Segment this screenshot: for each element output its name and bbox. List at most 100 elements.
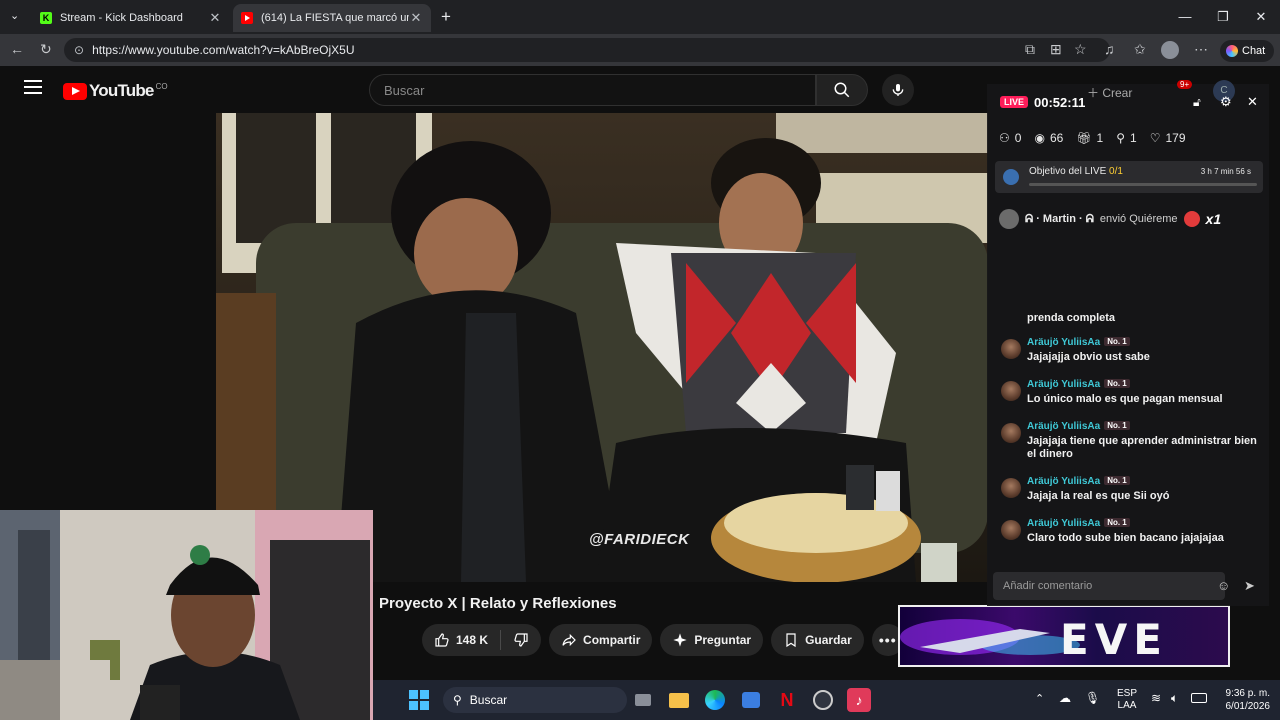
live-stats: ⚇ 0 ◉ 66 🎁︎ 1 ⚲ 1 ♡ 179	[999, 131, 1186, 145]
like-button[interactable]: 148 K	[422, 624, 500, 656]
commenter-name[interactable]: Aräujö YuliisAa No. 1	[1027, 518, 1130, 529]
volume-icon[interactable]: 🔈︎	[1171, 691, 1178, 706]
eye-icon: ◉	[1034, 131, 1045, 145]
favorite-star-icon[interactable]: ☆	[1074, 41, 1087, 58]
battery-icon[interactable]	[1191, 693, 1207, 703]
favorites-icon[interactable]: ✩	[1134, 41, 1146, 58]
wifi-icon[interactable]: ≋	[1151, 691, 1161, 705]
minimize-icon[interactable]: —	[1166, 0, 1204, 34]
taskbar-search[interactable]: ⚲ Buscar	[443, 687, 627, 713]
save-button[interactable]: Guardar	[771, 624, 864, 656]
more-menu-icon[interactable]: ⋯	[1194, 41, 1208, 58]
create-button[interactable]: ＋ Crear	[1087, 84, 1132, 101]
window-controls: — ❐ ✕	[1166, 0, 1280, 34]
rank-badge: No. 1	[1104, 337, 1130, 346]
follows-count: 1	[1130, 131, 1137, 145]
windows-start-icon[interactable]	[407, 688, 431, 712]
lock-icon[interactable]: 🔓︎	[1193, 95, 1201, 110]
extensions-icon[interactable]: ♫	[1104, 41, 1115, 57]
task-view-icon[interactable]	[631, 688, 655, 712]
browser-tab-bar: ⌄ K Stream - Kick Dashboard ✕ (614) La F…	[0, 0, 1280, 34]
ad-text: EVE	[1060, 615, 1168, 664]
microphone-tray-icon[interactable]: 🎙︎	[1085, 691, 1100, 705]
thumbs-down-icon	[514, 633, 528, 647]
ad-banner[interactable]: EVE	[898, 605, 1230, 667]
youtube-brand-text: YouTube	[89, 81, 154, 100]
comment-text: Claro todo sube bien bacano jajajajaa	[1027, 532, 1224, 544]
close-window-icon[interactable]: ✕	[1242, 0, 1280, 34]
gift-icon: 🎁︎	[1076, 131, 1092, 145]
tab-list-icon[interactable]: ⌄	[10, 9, 19, 22]
search-input[interactable]: Buscar	[369, 74, 816, 106]
commenter-avatar[interactable]	[1001, 520, 1021, 540]
live-objective[interactable]: Objetivo del LIVE 0/1 3 h 7 min 56 s	[995, 161, 1263, 193]
commenter-avatar[interactable]	[1001, 339, 1021, 359]
comment-placeholder: Añadir comentario	[1003, 580, 1093, 592]
video-actions: 148 K Compartir Preguntar Guardar •••	[422, 624, 904, 656]
country-code: CO	[155, 81, 168, 91]
chat-label: Chat	[1242, 45, 1266, 57]
bookmark-icon	[786, 633, 796, 648]
commenter-avatar[interactable]	[1001, 381, 1021, 401]
objective-icon	[1003, 169, 1019, 185]
tab-kick-dashboard[interactable]: K Stream - Kick Dashboard ✕	[32, 4, 230, 32]
dislike-button[interactable]	[501, 624, 541, 656]
netflix-icon[interactable]: N	[775, 688, 799, 712]
emoji-icon[interactable]: ☺	[1217, 578, 1230, 593]
commenter-name-text: Aräujö YuliisAa	[1027, 518, 1101, 529]
address-bar[interactable]: ⊙ https://www.youtube.com/watch?v=kAbBre…	[64, 38, 1110, 62]
rank-badge: No. 1	[1104, 421, 1130, 430]
taskbar-search-icon: ⚲	[453, 693, 462, 707]
share-label: Compartir	[583, 633, 641, 647]
system-clock[interactable]: 9:36 p. m. 6/01/2026	[1215, 687, 1271, 713]
close-tab-icon[interactable]: ✕	[409, 10, 423, 26]
tiktok-live-icon[interactable]: ♪	[847, 688, 871, 712]
voice-search-button[interactable]	[882, 74, 914, 106]
close-tab-icon[interactable]: ✕	[208, 10, 222, 26]
settings-icon[interactable]: ⚙︎	[1220, 94, 1232, 110]
language-indicator[interactable]: ESP LAA	[1117, 688, 1137, 712]
commenter-avatar[interactable]	[1001, 478, 1021, 498]
profile-avatar[interactable]	[1161, 41, 1179, 59]
rank-badge: No. 1	[1104, 379, 1130, 388]
search-button[interactable]	[816, 74, 868, 106]
send-icon[interactable]: ➤	[1244, 578, 1255, 594]
follows-stat: ⚲ 1	[1116, 131, 1136, 145]
close-panel-icon[interactable]: ✕	[1247, 94, 1258, 110]
clock-date: 6/01/2026	[1225, 701, 1271, 712]
commenter-name[interactable]: Aräujö YuliisAa No. 1	[1027, 337, 1130, 348]
back-icon[interactable]: ←	[10, 41, 24, 57]
copilot-chat-button[interactable]: Chat	[1220, 40, 1274, 62]
hamburger-menu-icon[interactable]	[24, 80, 42, 98]
comment-input[interactable]: Añadir comentario	[993, 572, 1225, 600]
youtube-play-icon	[63, 82, 87, 100]
cloud-icon[interactable]: ☁	[1059, 691, 1071, 705]
commenter-name[interactable]: Aräujö YuliisAa No. 1	[1027, 476, 1130, 487]
share-button[interactable]: Compartir	[549, 624, 653, 656]
show-hidden-icons[interactable]: ⌃	[1035, 692, 1044, 705]
store-icon[interactable]	[739, 688, 763, 712]
site-info-icon[interactable]: ⊙	[74, 43, 84, 57]
windows-taskbar: ⚲ Buscar N ♪ ⌃ ☁ 🎙︎ ESP LAA ≋ 🔈︎ 9:36 p.…	[373, 680, 1280, 720]
ask-button[interactable]: Preguntar	[660, 624, 764, 656]
apps-icon[interactable]: ⊞	[1050, 41, 1062, 58]
commenter-name[interactable]: Aräujö YuliisAa No. 1	[1027, 421, 1130, 432]
edge-browser-icon[interactable]	[703, 688, 727, 712]
tab-youtube-video[interactable]: (614) La FIESTA que marcó un antes ✕	[233, 4, 431, 32]
viewers-stat: ◉ 66	[1034, 131, 1063, 145]
objective-progress-bar	[1029, 183, 1257, 186]
file-explorer-icon[interactable]	[667, 688, 691, 712]
save-label: Guardar	[805, 633, 852, 647]
obs-icon[interactable]	[811, 688, 835, 712]
kick-icon: K	[40, 12, 52, 24]
webcam-frame	[0, 510, 373, 720]
new-tab-button[interactable]: +	[441, 7, 451, 27]
commenter-avatar[interactable]	[1001, 423, 1021, 443]
youtube-logo[interactable]: YouTube CO	[63, 81, 168, 101]
reload-icon[interactable]: ↻	[40, 41, 52, 58]
maximize-icon[interactable]: ❐	[1204, 0, 1242, 34]
commenter-name[interactable]: Aräujö YuliisAa No. 1	[1027, 379, 1130, 390]
translate-icon[interactable]: ⧉	[1025, 41, 1035, 58]
video-title: Proyecto X | Relato y Reflexiones	[379, 595, 617, 612]
commenter-name-text: Aräujö YuliisAa	[1027, 337, 1101, 348]
